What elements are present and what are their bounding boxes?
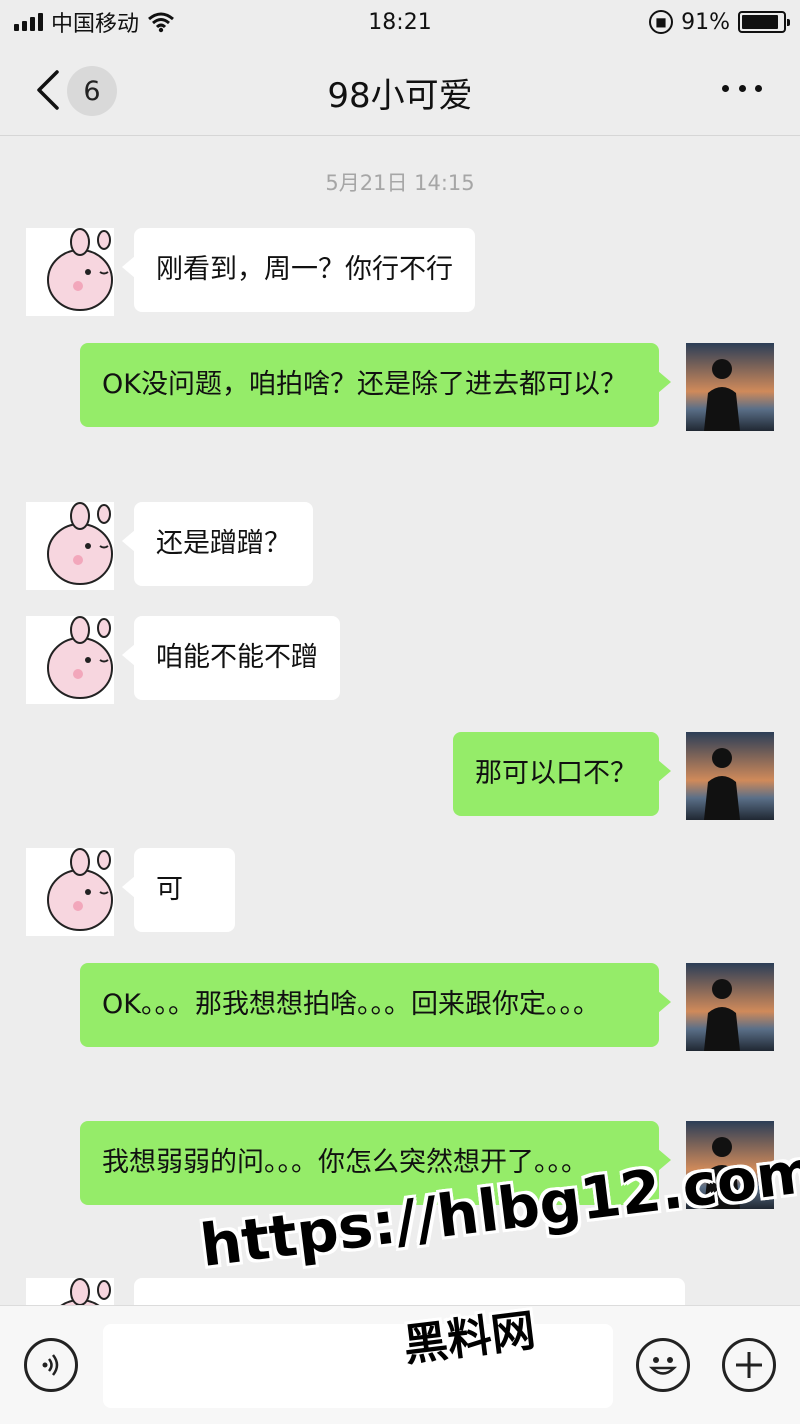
bunny-avatar-icon	[26, 616, 114, 704]
orientation-lock-icon: ■	[649, 10, 674, 34]
bunny-avatar-icon	[26, 848, 114, 936]
bunny-avatar-icon	[26, 228, 114, 316]
my-avatar[interactable]	[686, 732, 774, 820]
my-avatar[interactable]	[686, 963, 774, 1051]
plus-icon[interactable]	[722, 1338, 776, 1392]
received-message-bubble[interactable]: 刚看到，周一？你行不行	[122, 228, 475, 312]
received-message-bubble[interactable]: 咱能不能不蹭	[122, 616, 340, 700]
bunny-avatar-icon	[26, 1278, 114, 1305]
silhouette-avatar-icon	[686, 1121, 774, 1209]
sent-message-bubble[interactable]: OK。。。那我想想拍啥。。。回来跟你定。。。	[80, 963, 671, 1047]
sent-message-bubble[interactable]: 那可以口不？	[453, 732, 671, 816]
status-right: ■ 91%	[649, 9, 790, 35]
status-bar: 中国移动 18:21 ■ 91%	[0, 0, 800, 44]
carrier-name: 中国移动	[51, 12, 140, 37]
battery-icon	[738, 11, 790, 33]
message-input[interactable]	[103, 1324, 613, 1408]
message-list[interactable]: 5月21日 14:15 刚看到，周一？你行不行 OK没问题，咱拍啥？还是除了进去…	[0, 137, 800, 1305]
input-bar	[0, 1305, 800, 1424]
more-dots-icon[interactable]	[722, 78, 762, 98]
silhouette-avatar-icon	[686, 963, 774, 1051]
status-left: 中国移动	[14, 6, 175, 38]
emoji-icon[interactable]	[636, 1338, 690, 1392]
contact-avatar[interactable]	[26, 848, 114, 936]
battery-fill	[742, 15, 779, 29]
received-message-bubble[interactable]	[134, 1278, 685, 1305]
chat-title: 98小可爱	[327, 76, 473, 116]
contact-avatar[interactable]	[26, 1278, 114, 1305]
sent-message-bubble[interactable]: 我想弱弱的问。。。你怎么突然想开了。。。	[80, 1121, 671, 1205]
contact-avatar[interactable]	[26, 502, 114, 590]
voice-icon[interactable]	[24, 1338, 78, 1392]
silhouette-avatar-icon	[686, 732, 774, 820]
wifi-icon	[148, 12, 174, 33]
bunny-avatar-icon	[26, 502, 114, 590]
battery-percent: 91%	[681, 9, 730, 35]
unread-count-badge[interactable]: 6	[67, 66, 117, 116]
message-timestamp: 5月21日 14:15	[325, 171, 475, 195]
chat-header: 6 98小可爱	[0, 44, 800, 136]
my-avatar[interactable]	[686, 343, 774, 431]
chevron-left-icon[interactable]	[30, 66, 66, 114]
received-message-bubble[interactable]: 可	[122, 848, 235, 932]
contact-avatar[interactable]	[26, 616, 114, 704]
received-message-bubble[interactable]: 还是蹭蹭？	[122, 502, 313, 586]
sent-message-bubble[interactable]: OK没问题，咱拍啥？还是除了进去都可以？	[80, 343, 671, 427]
contact-avatar[interactable]	[26, 228, 114, 316]
my-avatar[interactable]	[686, 1121, 774, 1209]
silhouette-avatar-icon	[686, 343, 774, 431]
signal-icon	[14, 13, 43, 31]
